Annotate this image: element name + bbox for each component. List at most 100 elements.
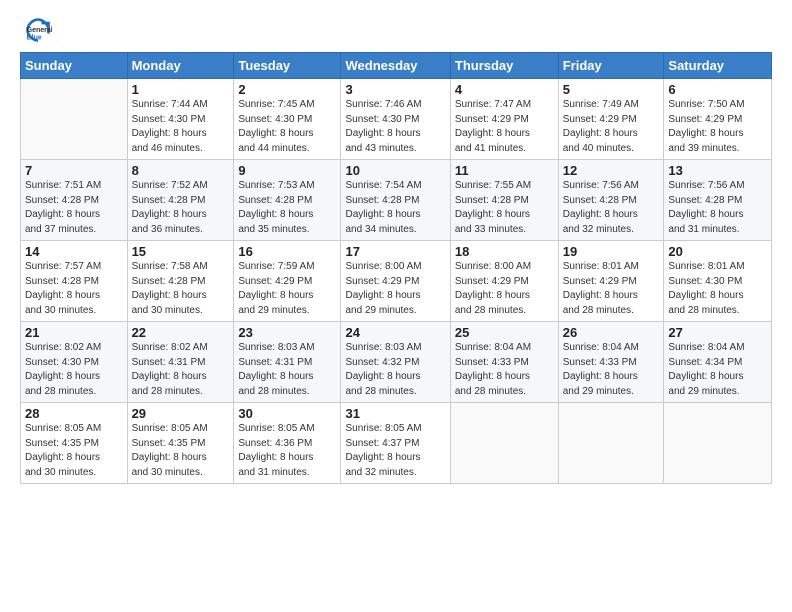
day-info: Sunrise: 8:05 AM Sunset: 4:35 PM Dayligh… (25, 422, 123, 480)
calendar-cell (21, 79, 128, 160)
weekday-header-friday: Friday (558, 53, 664, 79)
day-info: Sunrise: 8:00 AM Sunset: 4:29 PM Dayligh… (345, 260, 445, 318)
calendar-cell (664, 403, 772, 484)
calendar-cell: 16Sunrise: 7:59 AM Sunset: 4:29 PM Dayli… (234, 241, 341, 322)
day-number: 23 (238, 325, 336, 340)
calendar-table: SundayMondayTuesdayWednesdayThursdayFrid… (20, 52, 772, 484)
day-number: 17 (345, 244, 445, 259)
calendar-cell: 15Sunrise: 7:58 AM Sunset: 4:28 PM Dayli… (127, 241, 234, 322)
weekday-header-sunday: Sunday (21, 53, 128, 79)
calendar-cell: 19Sunrise: 8:01 AM Sunset: 4:29 PM Dayli… (558, 241, 664, 322)
day-info: Sunrise: 7:45 AM Sunset: 4:30 PM Dayligh… (238, 98, 336, 156)
calendar-cell: 26Sunrise: 8:04 AM Sunset: 4:33 PM Dayli… (558, 322, 664, 403)
logo-icon: General Blue (24, 16, 52, 44)
weekday-header-tuesday: Tuesday (234, 53, 341, 79)
day-info: Sunrise: 8:01 AM Sunset: 4:29 PM Dayligh… (563, 260, 660, 318)
day-number: 1 (132, 82, 230, 97)
day-info: Sunrise: 8:05 AM Sunset: 4:37 PM Dayligh… (345, 422, 445, 480)
calendar-cell: 30Sunrise: 8:05 AM Sunset: 4:36 PM Dayli… (234, 403, 341, 484)
day-info: Sunrise: 8:04 AM Sunset: 4:33 PM Dayligh… (455, 341, 554, 399)
day-number: 10 (345, 163, 445, 178)
day-info: Sunrise: 8:00 AM Sunset: 4:29 PM Dayligh… (455, 260, 554, 318)
calendar-cell: 10Sunrise: 7:54 AM Sunset: 4:28 PM Dayli… (341, 160, 450, 241)
calendar-cell: 11Sunrise: 7:55 AM Sunset: 4:28 PM Dayli… (450, 160, 558, 241)
weekday-header-wednesday: Wednesday (341, 53, 450, 79)
day-number: 14 (25, 244, 123, 259)
day-info: Sunrise: 7:49 AM Sunset: 4:29 PM Dayligh… (563, 98, 660, 156)
day-number: 2 (238, 82, 336, 97)
day-number: 6 (668, 82, 767, 97)
day-info: Sunrise: 7:44 AM Sunset: 4:30 PM Dayligh… (132, 98, 230, 156)
logo-area: General Blue (20, 16, 58, 44)
calendar-cell: 31Sunrise: 8:05 AM Sunset: 4:37 PM Dayli… (341, 403, 450, 484)
day-number: 8 (132, 163, 230, 178)
day-number: 13 (668, 163, 767, 178)
calendar-week-row: 14Sunrise: 7:57 AM Sunset: 4:28 PM Dayli… (21, 241, 772, 322)
calendar-cell: 21Sunrise: 8:02 AM Sunset: 4:30 PM Dayli… (21, 322, 128, 403)
day-info: Sunrise: 7:53 AM Sunset: 4:28 PM Dayligh… (238, 179, 336, 237)
calendar-week-row: 28Sunrise: 8:05 AM Sunset: 4:35 PM Dayli… (21, 403, 772, 484)
calendar-cell (558, 403, 664, 484)
day-number: 26 (563, 325, 660, 340)
day-info: Sunrise: 7:46 AM Sunset: 4:30 PM Dayligh… (345, 98, 445, 156)
day-info: Sunrise: 7:54 AM Sunset: 4:28 PM Dayligh… (345, 179, 445, 237)
day-info: Sunrise: 8:04 AM Sunset: 4:33 PM Dayligh… (563, 341, 660, 399)
day-info: Sunrise: 7:47 AM Sunset: 4:29 PM Dayligh… (455, 98, 554, 156)
day-number: 28 (25, 406, 123, 421)
day-number: 30 (238, 406, 336, 421)
calendar-cell: 29Sunrise: 8:05 AM Sunset: 4:35 PM Dayli… (127, 403, 234, 484)
calendar-cell: 28Sunrise: 8:05 AM Sunset: 4:35 PM Dayli… (21, 403, 128, 484)
day-number: 16 (238, 244, 336, 259)
day-info: Sunrise: 8:01 AM Sunset: 4:30 PM Dayligh… (668, 260, 767, 318)
day-info: Sunrise: 7:50 AM Sunset: 4:29 PM Dayligh… (668, 98, 767, 156)
day-number: 18 (455, 244, 554, 259)
day-info: Sunrise: 7:55 AM Sunset: 4:28 PM Dayligh… (455, 179, 554, 237)
weekday-header-row: SundayMondayTuesdayWednesdayThursdayFrid… (21, 53, 772, 79)
day-number: 29 (132, 406, 230, 421)
calendar-cell: 18Sunrise: 8:00 AM Sunset: 4:29 PM Dayli… (450, 241, 558, 322)
day-number: 15 (132, 244, 230, 259)
day-info: Sunrise: 7:51 AM Sunset: 4:28 PM Dayligh… (25, 179, 123, 237)
calendar-cell: 3Sunrise: 7:46 AM Sunset: 4:30 PM Daylig… (341, 79, 450, 160)
day-info: Sunrise: 8:02 AM Sunset: 4:30 PM Dayligh… (25, 341, 123, 399)
day-info: Sunrise: 8:03 AM Sunset: 4:31 PM Dayligh… (238, 341, 336, 399)
day-number: 25 (455, 325, 554, 340)
day-number: 9 (238, 163, 336, 178)
calendar-cell: 12Sunrise: 7:56 AM Sunset: 4:28 PM Dayli… (558, 160, 664, 241)
day-number: 19 (563, 244, 660, 259)
weekday-header-monday: Monday (127, 53, 234, 79)
day-info: Sunrise: 8:05 AM Sunset: 4:36 PM Dayligh… (238, 422, 336, 480)
calendar-cell: 13Sunrise: 7:56 AM Sunset: 4:28 PM Dayli… (664, 160, 772, 241)
header: General Blue (20, 16, 772, 44)
calendar-week-row: 1Sunrise: 7:44 AM Sunset: 4:30 PM Daylig… (21, 79, 772, 160)
day-number: 22 (132, 325, 230, 340)
calendar-cell: 2Sunrise: 7:45 AM Sunset: 4:30 PM Daylig… (234, 79, 341, 160)
day-info: Sunrise: 7:59 AM Sunset: 4:29 PM Dayligh… (238, 260, 336, 318)
weekday-header-thursday: Thursday (450, 53, 558, 79)
day-number: 27 (668, 325, 767, 340)
calendar-cell: 9Sunrise: 7:53 AM Sunset: 4:28 PM Daylig… (234, 160, 341, 241)
calendar-cell: 23Sunrise: 8:03 AM Sunset: 4:31 PM Dayli… (234, 322, 341, 403)
day-info: Sunrise: 8:05 AM Sunset: 4:35 PM Dayligh… (132, 422, 230, 480)
calendar-week-row: 21Sunrise: 8:02 AM Sunset: 4:30 PM Dayli… (21, 322, 772, 403)
calendar-cell: 8Sunrise: 7:52 AM Sunset: 4:28 PM Daylig… (127, 160, 234, 241)
calendar-cell: 22Sunrise: 8:02 AM Sunset: 4:31 PM Dayli… (127, 322, 234, 403)
day-number: 11 (455, 163, 554, 178)
page: General Blue SundayMondayTuesdayWednesda… (0, 0, 792, 612)
calendar-cell (450, 403, 558, 484)
day-number: 7 (25, 163, 123, 178)
calendar-cell: 20Sunrise: 8:01 AM Sunset: 4:30 PM Dayli… (664, 241, 772, 322)
day-number: 12 (563, 163, 660, 178)
day-number: 5 (563, 82, 660, 97)
day-info: Sunrise: 8:04 AM Sunset: 4:34 PM Dayligh… (668, 341, 767, 399)
calendar-cell: 24Sunrise: 8:03 AM Sunset: 4:32 PM Dayli… (341, 322, 450, 403)
day-info: Sunrise: 7:56 AM Sunset: 4:28 PM Dayligh… (563, 179, 660, 237)
calendar-cell: 1Sunrise: 7:44 AM Sunset: 4:30 PM Daylig… (127, 79, 234, 160)
day-info: Sunrise: 7:58 AM Sunset: 4:28 PM Dayligh… (132, 260, 230, 318)
day-number: 20 (668, 244, 767, 259)
calendar-cell: 5Sunrise: 7:49 AM Sunset: 4:29 PM Daylig… (558, 79, 664, 160)
day-info: Sunrise: 8:02 AM Sunset: 4:31 PM Dayligh… (132, 341, 230, 399)
weekday-header-saturday: Saturday (664, 53, 772, 79)
day-info: Sunrise: 7:56 AM Sunset: 4:28 PM Dayligh… (668, 179, 767, 237)
day-number: 24 (345, 325, 445, 340)
